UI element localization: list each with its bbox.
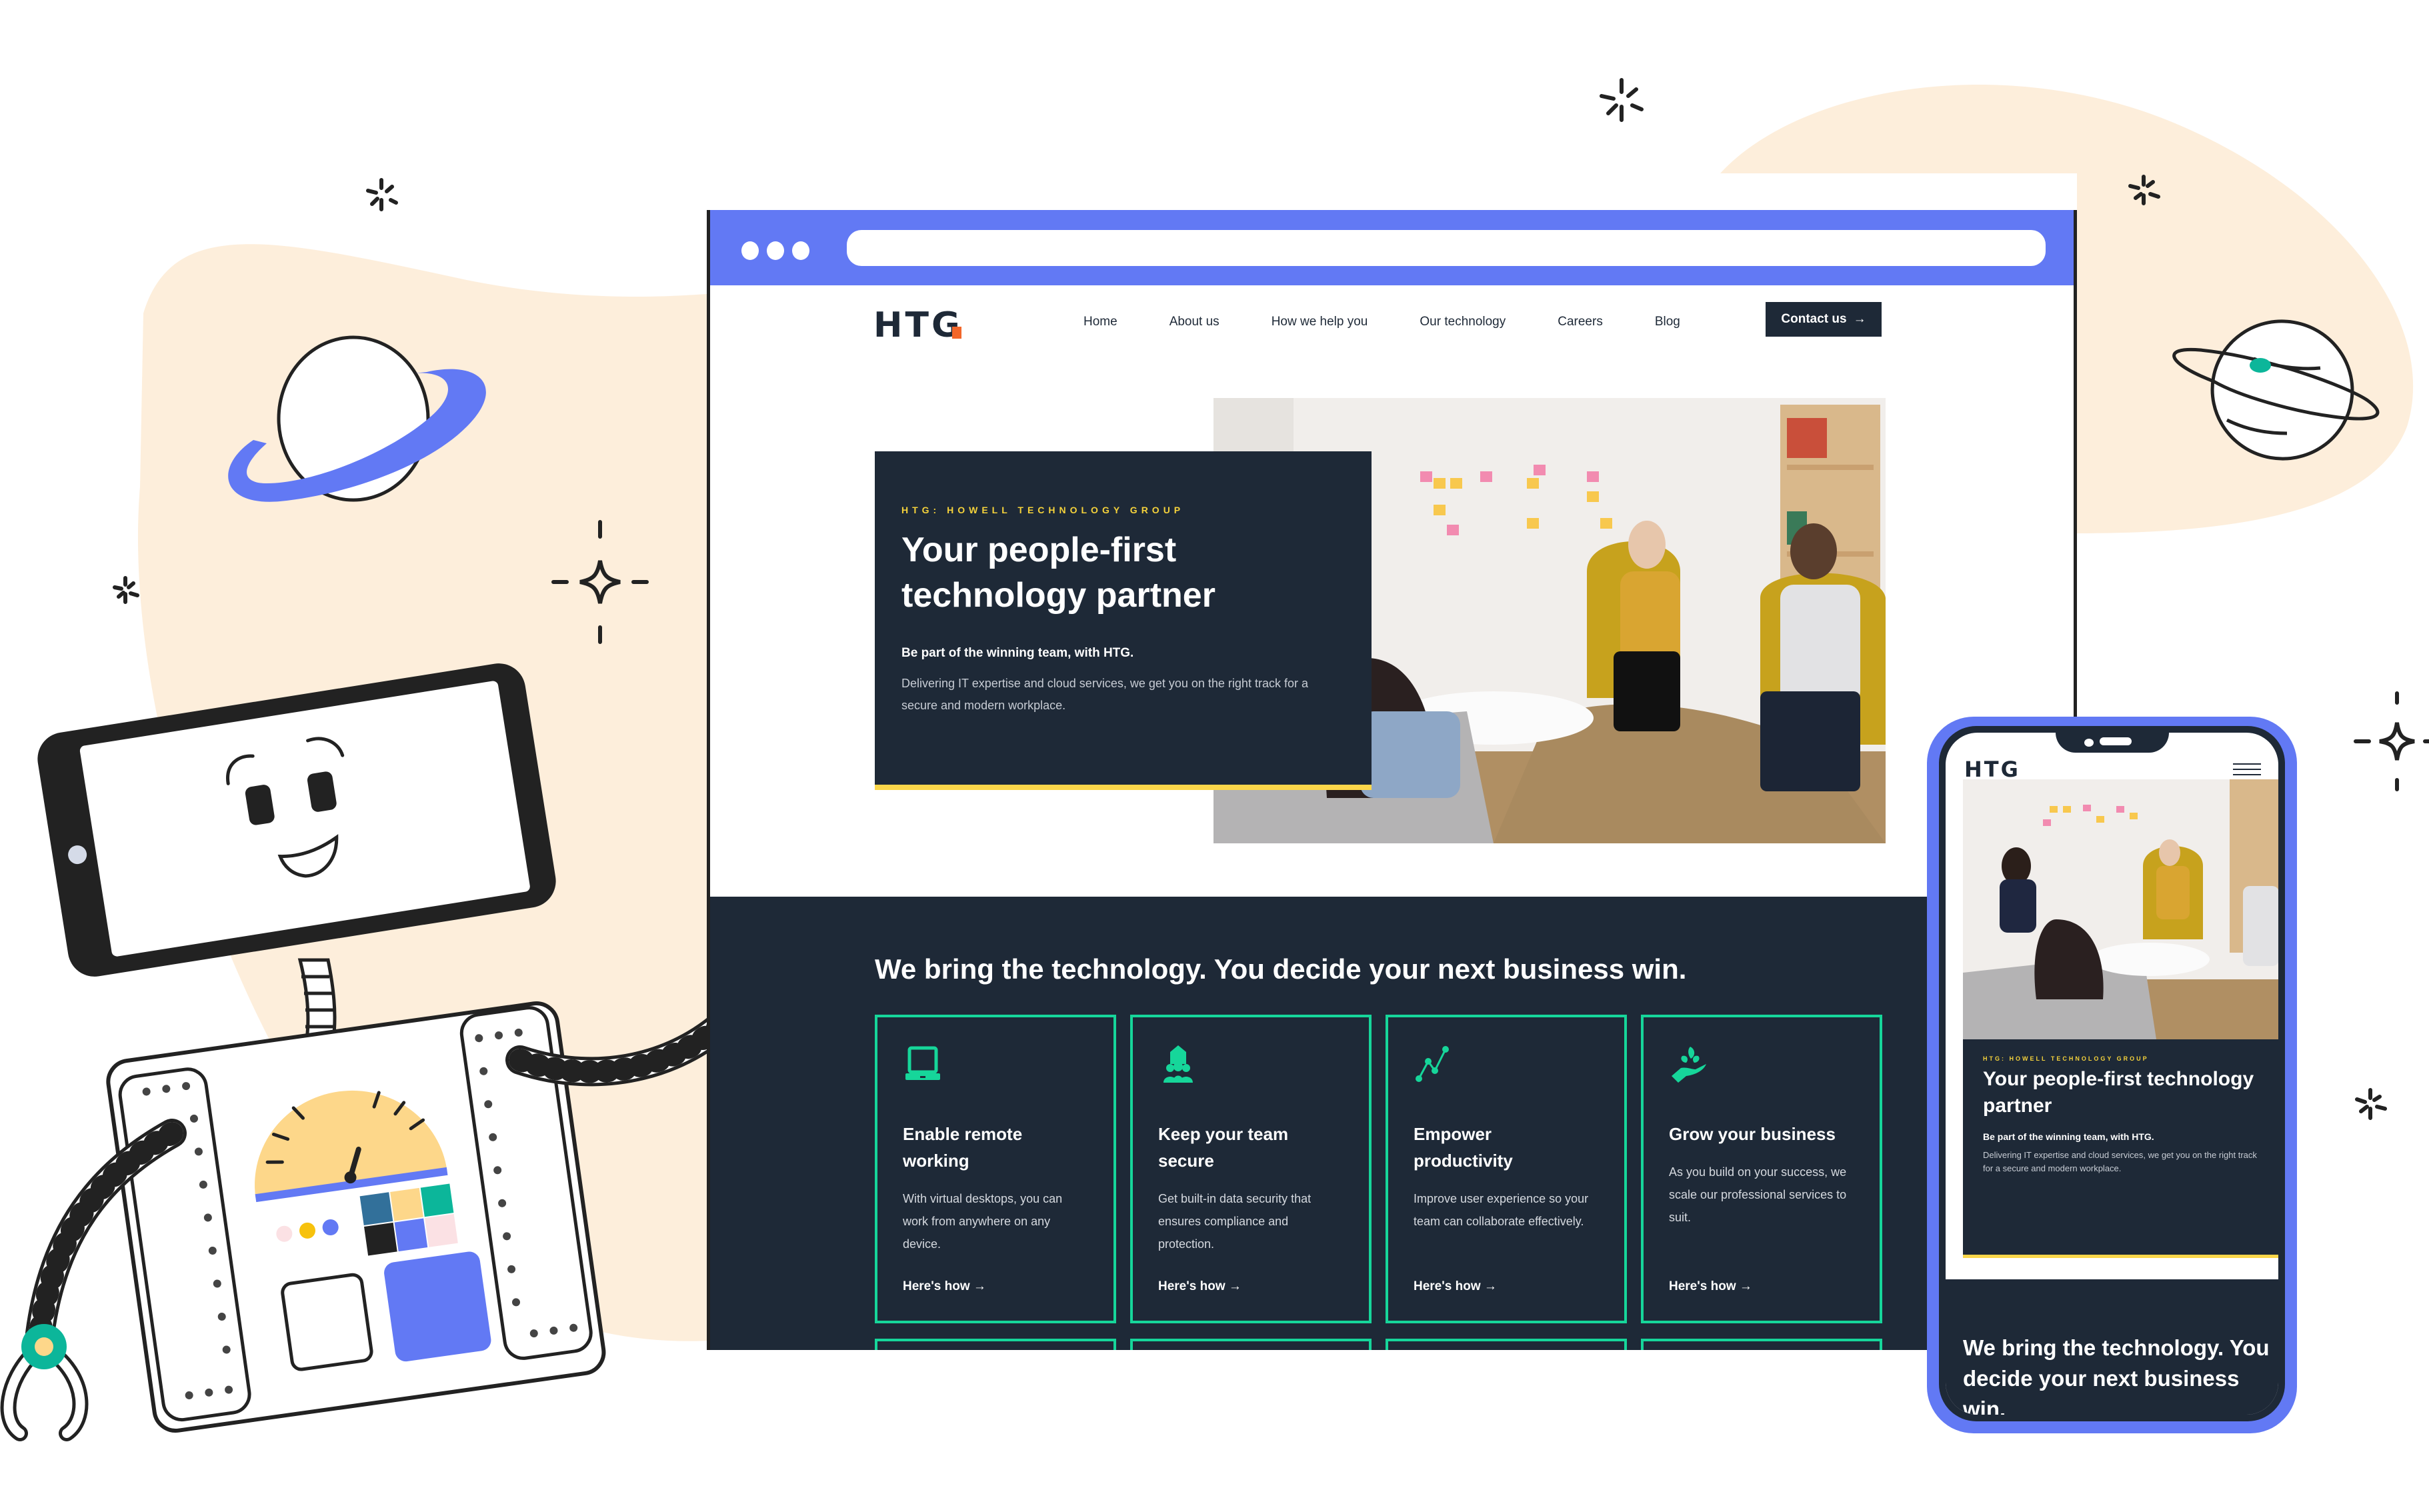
service-card-grow[interactable]: Grow your business As you build on your … (1641, 1015, 1882, 1323)
card-body: Improve user experience so your team can… (1414, 1192, 1589, 1228)
mobile-hero-photo (1963, 779, 2278, 1039)
link-label: Here's how (903, 1279, 970, 1293)
hamburger-menu-icon[interactable] (2233, 763, 2261, 779)
mobile-hero-title: Your people-first technology partner (1983, 1068, 2254, 1117)
hero-card: HTG: HOWELL TECHNOLOGY GROUP Your people… (875, 451, 1372, 790)
card-title: Enable remote working (903, 1124, 1023, 1171)
service-card-secure[interactable]: Keep your team secure Get built-in data … (1130, 1015, 1372, 1323)
heres-how-link[interactable]: Here's how → (1669, 1279, 1752, 1294)
mobile-hero-subtitle: Be part of the winning team, with HTG. (1983, 1131, 2154, 1142)
nav-links: Home About us How we help you Our techno… (1083, 315, 1732, 329)
window-dot-icon (741, 241, 759, 260)
hero-subtitle: Be part of the winning team, with HTG. (901, 646, 1134, 660)
window-dot-icon (767, 241, 784, 260)
heres-how-link[interactable]: Here's how → (1158, 1279, 1242, 1294)
card-body: With virtual desktops, you can work from… (903, 1192, 1063, 1251)
phone-notch (2056, 733, 2169, 753)
address-bar[interactable] (847, 230, 2046, 266)
arrow-right-icon: → (1484, 1279, 1497, 1293)
mobile-services-heading: We bring the technology. You decide your… (1963, 1335, 2270, 1415)
nav-our-technology[interactable]: Our technology (1420, 315, 1506, 329)
office-meeting-photo (1963, 779, 2278, 1039)
mobile-services-section: We bring the technology. You decide your… (1946, 1279, 2278, 1415)
service-card-partial (1641, 1339, 1882, 1350)
nav-careers[interactable]: Careers (1558, 315, 1603, 329)
mobile-hero-card: HTG: HOWELL TECHNOLOGY GROUP Your people… (1963, 1039, 2278, 1258)
card-body: As you build on your success, we scale o… (1669, 1165, 1847, 1224)
heres-how-link[interactable]: Here's how → (1414, 1279, 1497, 1294)
service-card-partial (1130, 1339, 1372, 1350)
nav-blog[interactable]: Blog (1655, 315, 1680, 329)
card-title: Keep your team secure (1158, 1124, 1289, 1171)
phone-mockup: HTG HTG: HOWELL TECHNOLOGY GROUP Your pe… (1927, 717, 2297, 1433)
site-navbar: HTG Home About us How we help you Our te… (710, 285, 2074, 385)
hand-plant-icon (1672, 1047, 1706, 1083)
heres-how-link[interactable]: Here's how → (903, 1279, 986, 1294)
nav-home[interactable]: Home (1083, 315, 1117, 329)
mobile-htg-logo[interactable]: HTG (1964, 757, 2020, 782)
team-shield-icon (1163, 1045, 1193, 1083)
link-label: Here's how (1158, 1279, 1226, 1293)
hero-eyebrow: HTG: HOWELL TECHNOLOGY GROUP (901, 505, 1185, 515)
service-card-remote[interactable]: Enable remote working With virtual deskt… (875, 1015, 1116, 1323)
services-section: We bring the technology. You decide your… (710, 897, 2074, 1350)
arrow-right-icon: → (1853, 312, 1866, 326)
services-heading: We bring the technology. You decide your… (875, 953, 1687, 985)
card-body: Get built-in data security that ensures … (1158, 1192, 1312, 1251)
nav-how-we-help-you[interactable]: How we help you (1272, 315, 1368, 329)
window-dot-icon (792, 241, 809, 260)
contact-us-label: Contact us (1781, 312, 1847, 326)
browser-toolbar (710, 210, 2074, 285)
mobile-hero-body: Delivering IT expertise and cloud servic… (1983, 1150, 2257, 1173)
link-label: Here's how (1669, 1279, 1736, 1293)
contact-us-button[interactable]: Contact us → (1766, 302, 1882, 337)
mobile-eyebrow: HTG: HOWELL TECHNOLOGY GROUP (1983, 1055, 2149, 1062)
phone-screen: HTG HTG: HOWELL TECHNOLOGY GROUP Your pe… (1946, 733, 2278, 1415)
service-card-partial (875, 1339, 1116, 1350)
browser-window: HTG Home About us How we help you Our te… (707, 210, 2077, 1350)
htg-logo[interactable]: HTG (873, 305, 963, 345)
camera-icon (2082, 737, 2096, 749)
hero-body: Delivering IT expertise and cloud servic… (901, 677, 1308, 712)
card-title: Grow your business (1669, 1124, 1836, 1144)
link-label: Here's how (1414, 1279, 1481, 1293)
arrow-right-icon: → (1739, 1279, 1752, 1293)
hero-title: Your people-first technology partner (901, 531, 1216, 615)
arrow-right-icon: → (973, 1279, 986, 1293)
arrow-right-icon: → (1228, 1279, 1242, 1293)
speaker-icon (2100, 737, 2132, 745)
line-chart-icon (1416, 1046, 1449, 1082)
card-title: Empower productivity (1414, 1124, 1513, 1171)
laptop-icon (905, 1046, 940, 1080)
nav-about-us[interactable]: About us (1169, 315, 1220, 329)
service-card-productivity[interactable]: Empower productivity Improve user experi… (1386, 1015, 1627, 1323)
phone-bezel: HTG HTG: HOWELL TECHNOLOGY GROUP Your pe… (1939, 726, 2285, 1421)
service-card-partial (1386, 1339, 1627, 1350)
